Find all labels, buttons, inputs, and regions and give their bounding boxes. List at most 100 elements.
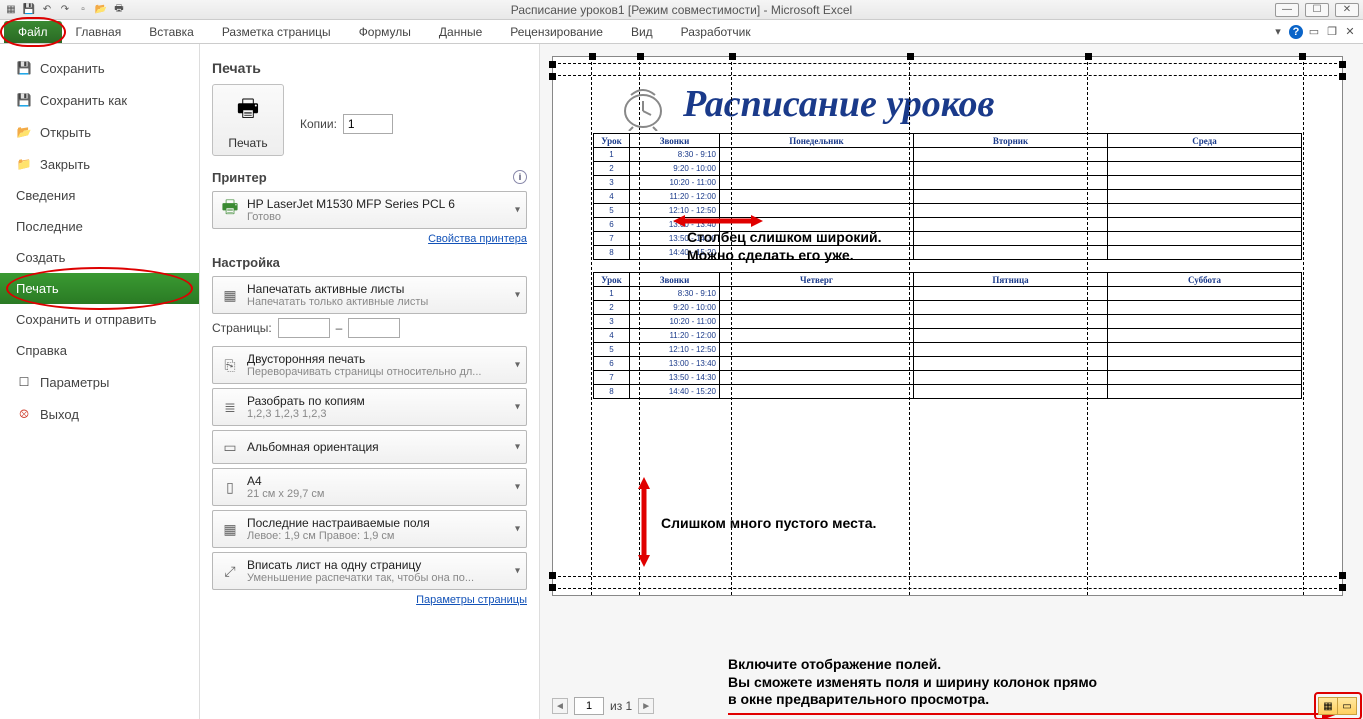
sheets-icon: ▦ [219, 284, 241, 306]
red-arrow-long [728, 706, 1338, 719]
col-handle[interactable] [637, 53, 644, 60]
dd-title: A4 [247, 474, 502, 488]
nav-open[interactable]: 📂Открыть [0, 116, 199, 148]
nav-close[interactable]: 📁Закрыть [0, 148, 199, 180]
annotation-margins-hint: Включите отображение полей. Вы сможете и… [728, 656, 1097, 709]
table-row: 310:20 - 11:00 [594, 315, 1302, 329]
undo-icon[interactable]: ↶ [40, 3, 54, 17]
nav-exit[interactable]: ⮾ Выход [0, 398, 199, 430]
nav-info[interactable]: Сведения [0, 180, 199, 211]
dd-sub: Уменьшение распечатки так, чтобы она по.… [247, 572, 502, 584]
preview-sheet: Расписание уроков УрокЗвонкиПонедельникВ… [552, 56, 1343, 596]
margin-handle[interactable] [1339, 61, 1346, 68]
info-icon[interactable]: i [513, 170, 527, 184]
dd-title: Последние настраиваемые поля [247, 516, 502, 530]
doc-close-icon[interactable]: ✕ [1343, 25, 1357, 39]
save-as-icon: 💾 [16, 92, 32, 108]
landscape-icon: ▭ [219, 436, 241, 458]
margins-dropdown[interactable]: ▦ Последние настраиваемые поля Левое: 1,… [212, 510, 527, 548]
nav-save-as[interactable]: 💾Сохранить как [0, 84, 199, 116]
tab-review[interactable]: Рецензирование [496, 21, 617, 43]
options-icon: ☐ [16, 374, 32, 390]
scaling-dropdown[interactable]: ⤢ Вписать лист на одну страницу Уменьшен… [212, 552, 527, 590]
tab-insert[interactable]: Вставка [135, 21, 208, 43]
table-header: Суббота [1108, 273, 1302, 287]
nav-label: Открыть [40, 125, 91, 140]
ribbon-minimize-icon[interactable]: ▭ [1307, 25, 1321, 39]
schedule-table-2: УрокЗвонкиЧетвергПятницаСуббота18:30 - 9… [593, 272, 1302, 399]
nav-save[interactable]: 💾Сохранить [0, 52, 199, 84]
margin-handle[interactable] [1339, 73, 1346, 80]
nav-recent[interactable]: Последние [0, 211, 199, 242]
table-header: Звонки [630, 273, 720, 287]
margin-handle[interactable] [589, 53, 596, 60]
nav-label: Создать [16, 250, 65, 265]
margin-handle[interactable] [1339, 584, 1346, 591]
margin-handle[interactable] [549, 61, 556, 68]
excel-icon: ▦ [4, 3, 18, 17]
copies-input[interactable] [343, 114, 393, 134]
page-setup-link[interactable]: Параметры страницы [212, 594, 527, 606]
paper-size-dropdown[interactable]: ▯ A4 21 см x 29,7 см [212, 468, 527, 506]
print-preview-pane: Расписание уроков УрокЗвонкиПонедельникВ… [540, 44, 1363, 719]
show-margins-button[interactable]: ▦ [1318, 697, 1338, 715]
table-header: Урок [594, 134, 630, 148]
margin-handle[interactable] [549, 572, 556, 579]
nav-label: Сохранить и отправить [16, 312, 156, 327]
minimize-button[interactable]: — [1275, 3, 1299, 17]
window-title: Расписание уроков1 [Режим совместимости]… [511, 3, 852, 17]
tab-developer[interactable]: Разработчик [667, 21, 765, 43]
redo-icon[interactable]: ↷ [58, 3, 72, 17]
table-header: Среда [1108, 134, 1302, 148]
customize-icon[interactable]: ▾ [1271, 25, 1285, 39]
pages-from-input[interactable] [278, 318, 330, 338]
page-number-input[interactable] [574, 697, 604, 715]
orientation-dropdown[interactable]: ▭ Альбомная ориентация [212, 430, 527, 464]
nav-options[interactable]: ☐ Параметры [0, 366, 199, 398]
col-handle[interactable] [1085, 53, 1092, 60]
margin-handle[interactable] [1299, 53, 1306, 60]
tab-home[interactable]: Главная [62, 21, 136, 43]
printer-status: Готово [247, 211, 502, 223]
margin-handle[interactable] [1339, 572, 1346, 579]
col-handle[interactable] [907, 53, 914, 60]
prev-page-button[interactable]: ◄ [552, 698, 568, 714]
exit-icon: ⮾ [16, 406, 32, 422]
table-row: 310:20 - 11:00 [594, 176, 1302, 190]
printer-dropdown[interactable]: 🖶 HP LaserJet M1530 MFP Series PCL 6 Гот… [212, 191, 527, 229]
tab-file[interactable]: Файл [4, 21, 62, 43]
print-button[interactable]: 🖶 Печать [212, 84, 284, 156]
open-icon[interactable]: 📂 [94, 3, 108, 17]
nav-label: Выход [40, 407, 79, 422]
table-header: Четверг [720, 273, 914, 287]
nav-new[interactable]: Создать [0, 242, 199, 273]
dd-sub: 1,2,3 1,2,3 1,2,3 [247, 408, 502, 420]
nav-label: Параметры [40, 375, 109, 390]
next-page-button[interactable]: ► [638, 698, 654, 714]
doc-restore-icon[interactable]: ❐ [1325, 25, 1339, 39]
quickprint-icon[interactable]: 🖶 [112, 3, 126, 17]
help-icon[interactable]: ? [1289, 25, 1303, 39]
margin-handle[interactable] [549, 73, 556, 80]
new-icon[interactable]: ▫ [76, 3, 90, 17]
doc-title: Расписание уроков [683, 82, 995, 126]
zoom-page-button[interactable]: ▭ [1337, 697, 1357, 715]
nav-help[interactable]: Справка [0, 335, 199, 366]
margin-handle[interactable] [549, 584, 556, 591]
maximize-button[interactable]: ☐ [1305, 3, 1329, 17]
printer-properties-link[interactable]: Свойства принтера [212, 233, 527, 245]
close-button[interactable]: ✕ [1335, 3, 1359, 17]
tab-view[interactable]: Вид [617, 21, 667, 43]
save-icon[interactable]: 💾 [22, 3, 36, 17]
tab-formulas[interactable]: Формулы [345, 21, 425, 43]
nav-share[interactable]: Сохранить и отправить [0, 304, 199, 335]
collate-dropdown[interactable]: ≣ Разобрать по копиям 1,2,3 1,2,3 1,2,3 [212, 388, 527, 426]
what-to-print-dropdown[interactable]: ▦ Напечатать активные листы Напечатать т… [212, 276, 527, 314]
pages-to-input[interactable] [348, 318, 400, 338]
tab-pagelayout[interactable]: Разметка страницы [208, 21, 345, 43]
margins-icon: ▦ [219, 518, 241, 540]
nav-print[interactable]: Печать [0, 273, 199, 304]
col-handle[interactable] [729, 53, 736, 60]
duplex-dropdown[interactable]: ⎘ Двусторонняя печать Переворачивать стр… [212, 346, 527, 384]
tab-data[interactable]: Данные [425, 21, 496, 43]
